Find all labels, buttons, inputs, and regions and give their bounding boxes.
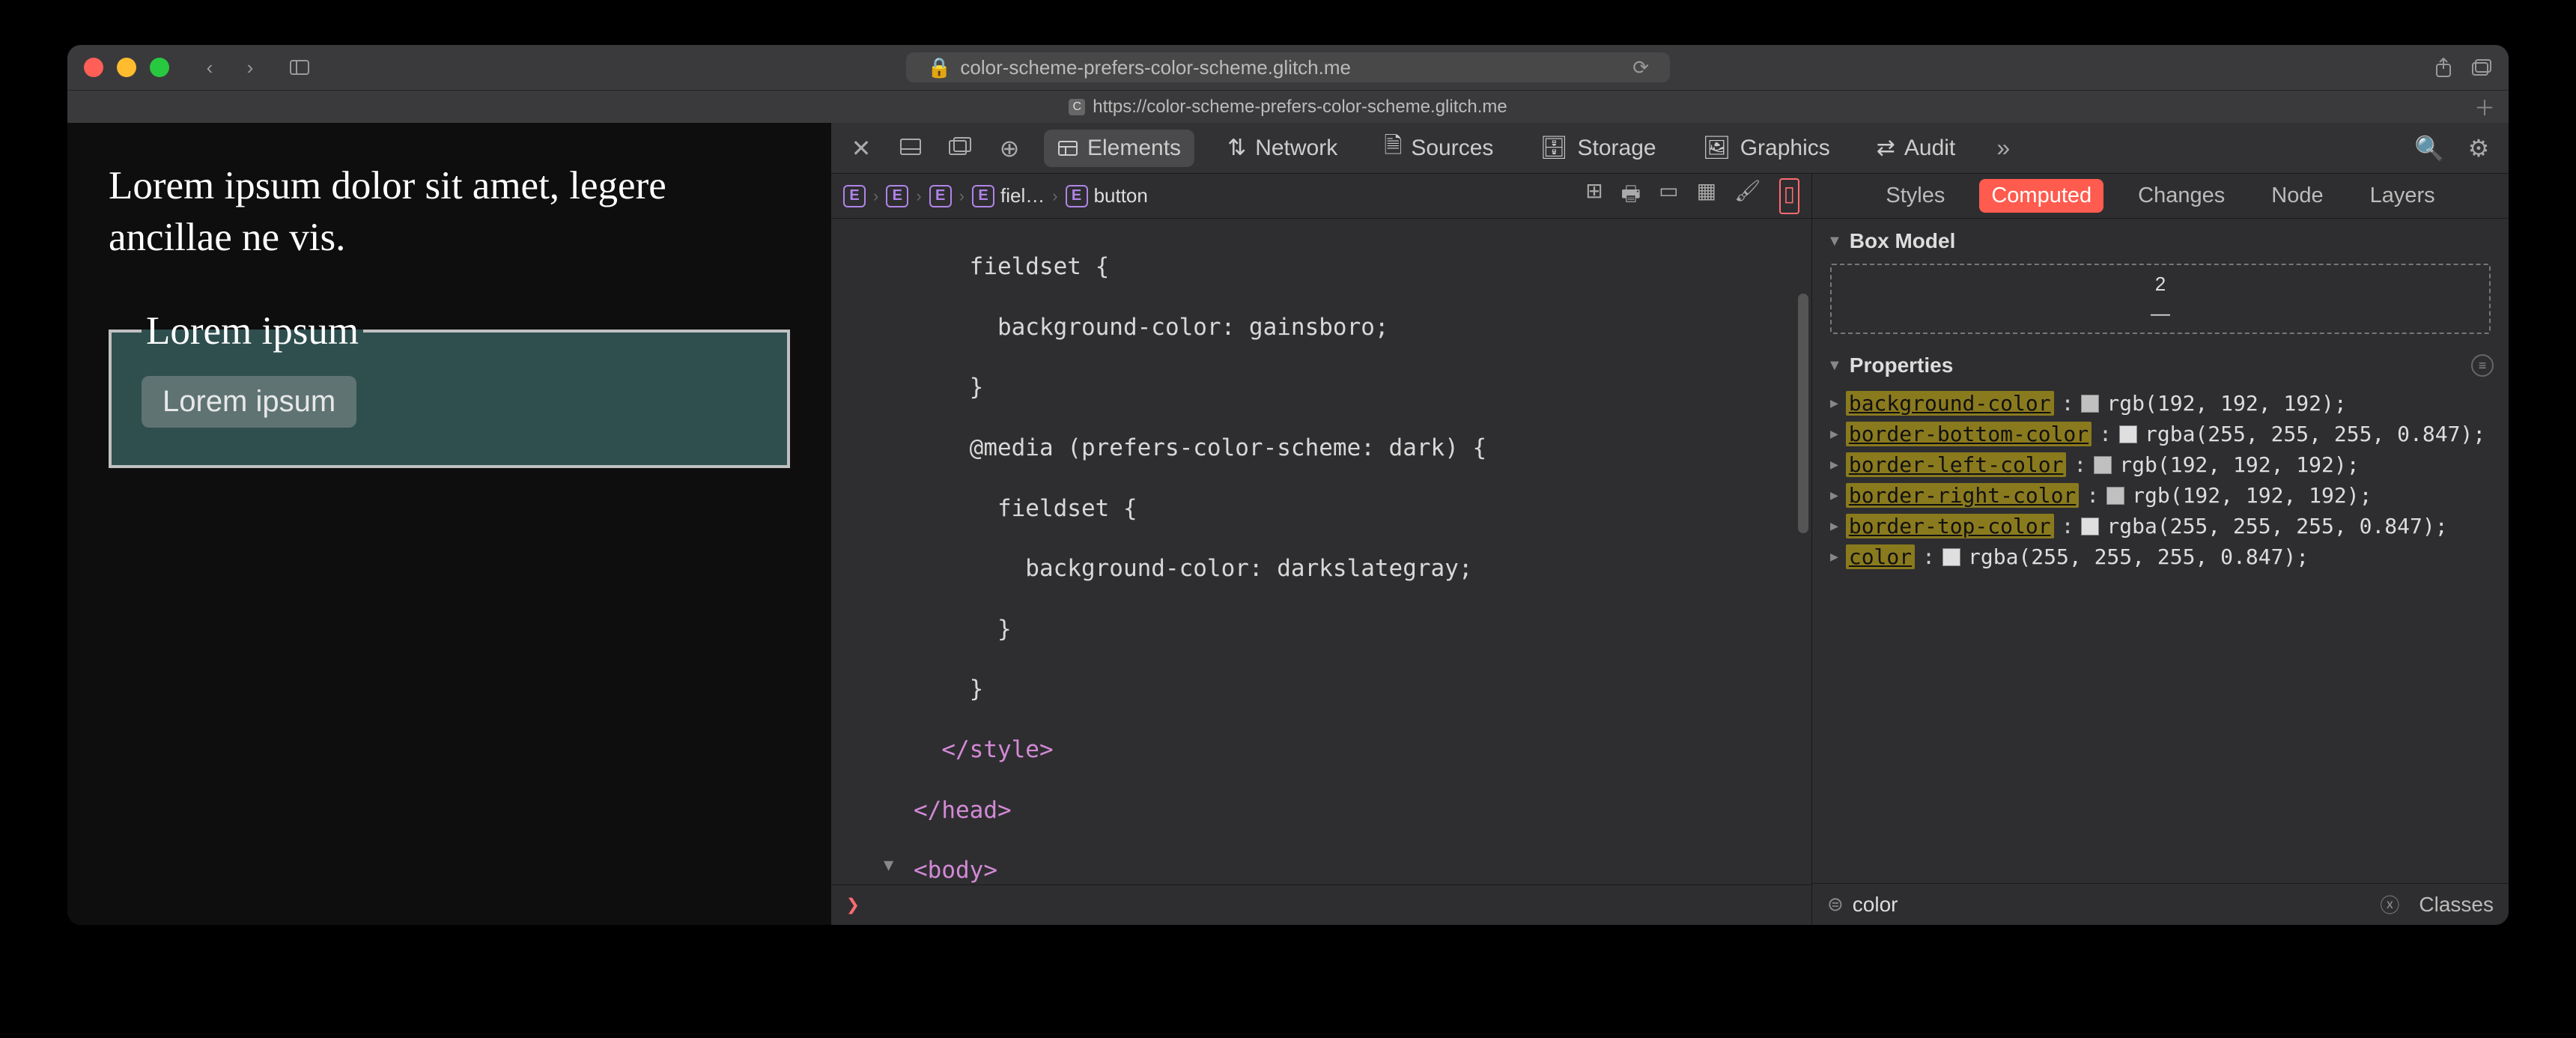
dock-side-icon[interactable] (945, 134, 975, 162)
tab-layers[interactable]: Layers (2358, 179, 2447, 213)
audit-icon: ⇄ (1877, 135, 1895, 161)
dock-bottom-icon[interactable] (896, 134, 926, 162)
layout-icon[interactable]: ▯ (1779, 178, 1799, 214)
browser-window: ‹ › 🔒 color-scheme-prefers-color-scheme.… (67, 45, 2509, 925)
tab-sources[interactable]: 🗎 Sources (1370, 123, 1507, 173)
more-tabs-icon[interactable]: » (1988, 134, 2018, 162)
tab-styles[interactable]: Styles (1874, 179, 1957, 213)
storage-icon: 🗄 (1540, 135, 1568, 161)
elements-pane: E › E › E › Efiel… › Ebutton ⊞ 🖶 ▭ (831, 174, 1812, 925)
page-form: Lorem ipsum Lorem ipsum (109, 309, 790, 468)
network-icon: ⇅ (1227, 135, 1246, 161)
dom-tree[interactable]: fieldset { background-color: gainsboro; … (831, 219, 1811, 884)
elements-icon (1057, 140, 1078, 157)
tab-graphics[interactable]: 🖼 Graphics (1689, 129, 1844, 167)
prop-row[interactable]: ▶border-top-color: rgba(255, 255, 255, 0… (1830, 511, 2491, 541)
filter-input[interactable] (1853, 893, 2372, 917)
traffic-lights (84, 58, 169, 77)
page-legend: Lorem ipsum (142, 309, 363, 353)
styles-tabs: Styles Computed Changes Node Layers (1812, 174, 2509, 219)
search-icon[interactable]: 🔍 (2414, 134, 2444, 163)
tab-elements[interactable]: Elements (1044, 130, 1194, 167)
styles-pane: Styles Computed Changes Node Layers ▼ Bo… (1812, 174, 2509, 925)
bc-item-3[interactable]: Efiel… (972, 184, 1045, 207)
filter-icon: ⊜ (1827, 893, 1844, 916)
disclosure-triangle-icon: ▼ (1827, 357, 1842, 374)
nav-arrows: ‹ › (192, 54, 268, 81)
tabs-overview-icon[interactable] (2471, 57, 2492, 78)
tab-bar: C https://color-scheme-prefers-color-sch… (67, 90, 2509, 123)
dom-breadcrumb: E › E › E › Efiel… › Ebutton ⊞ 🖶 ▭ (831, 174, 1811, 219)
prop-row[interactable]: ▶background-color: rgb(192, 192, 192); (1830, 388, 2491, 419)
paint-icon[interactable]: 🖌 (1734, 178, 1761, 214)
properties-header[interactable]: ▼ Properties ≡ (1812, 343, 2509, 388)
address-bar[interactable]: 🔒 color-scheme-prefers-color-scheme.glit… (906, 52, 1670, 82)
sources-icon: 🗎 (1384, 129, 1402, 167)
page-fieldset: Lorem ipsum Lorem ipsum (109, 309, 790, 468)
graphics-icon: 🖼 (1703, 135, 1731, 161)
sidebar-toggle[interactable] (282, 54, 318, 81)
boxmodel-header[interactable]: ▼ Box Model (1812, 219, 2509, 264)
computed-properties: ▶background-color: rgb(192, 192, 192); ▶… (1812, 388, 2509, 572)
prop-row[interactable]: ▶border-left-color: rgb(192, 192, 192); (1830, 449, 2491, 480)
minimize-window[interactable] (117, 58, 136, 77)
print-icon[interactable]: 🖶 (1621, 178, 1641, 214)
url-text: color-scheme-prefers-color-scheme.glitch… (960, 56, 1351, 79)
device-icon[interactable]: ▭ (1659, 178, 1678, 214)
titlebar: ‹ › 🔒 color-scheme-prefers-color-scheme.… (67, 45, 2509, 90)
devtools-tabs: ✕ ⊕ Elements ⇅ Network 🗎 Sources 🗄 (831, 123, 2509, 174)
favicon: C (1069, 99, 1085, 115)
reload-icon[interactable]: ⟳ (1632, 56, 1649, 79)
disclosure-triangle-icon: ▼ (1827, 233, 1842, 250)
bc-item-1[interactable]: E (886, 185, 908, 207)
settings-icon[interactable]: ⚙ (2464, 134, 2494, 163)
ruler-icon[interactable]: ⊞ (1585, 178, 1603, 214)
maximize-window[interactable] (150, 58, 169, 77)
lock-icon: 🔒 (927, 56, 951, 79)
devtools: ✕ ⊕ Elements ⇅ Network 🗎 Sources 🗄 (831, 123, 2509, 925)
new-tab-button[interactable]: ＋ (2474, 92, 2495, 122)
bc-item-4[interactable]: Ebutton (1066, 184, 1148, 207)
filter-row: ⊜ ⓧ Classes (1812, 883, 2509, 925)
share-icon[interactable] (2434, 57, 2453, 78)
clear-filter-icon[interactable]: ⓧ (2380, 890, 2399, 918)
grid-icon[interactable]: ▦ (1697, 178, 1716, 214)
classes-button[interactable]: Classes (2419, 893, 2494, 917)
close-devtools-icon[interactable]: ✕ (846, 134, 876, 163)
tab-node[interactable]: Node (2259, 179, 2335, 213)
back-button[interactable]: ‹ (192, 54, 228, 81)
tab-title[interactable]: https://color-scheme-prefers-color-schem… (1093, 97, 1507, 118)
page-button[interactable]: Lorem ipsum (142, 376, 356, 428)
tab-network[interactable]: ⇅ Network (1214, 129, 1351, 167)
scrollbar[interactable] (1798, 294, 1808, 533)
close-window[interactable] (84, 58, 103, 77)
tab-changes[interactable]: Changes (2126, 179, 2237, 213)
bc-item-2[interactable]: E (929, 185, 952, 207)
bc-item-0[interactable]: E (843, 185, 866, 207)
tab-storage[interactable]: 🗄 Storage (1526, 129, 1669, 167)
tab-computed[interactable]: Computed (1979, 179, 2103, 213)
forward-button[interactable]: › (232, 54, 268, 81)
inspect-icon[interactable]: ⊕ (994, 134, 1024, 163)
prop-row[interactable]: ▶color: rgba(255, 255, 255, 0.847); (1830, 541, 2491, 572)
tab-audit[interactable]: ⇄ Audit (1863, 129, 1969, 167)
box-model-diagram: 2 — (1830, 264, 2491, 334)
prop-row[interactable]: ▶border-bottom-color: rgba(255, 255, 255… (1830, 419, 2491, 449)
prop-row[interactable]: ▶border-right-color: rgb(192, 192, 192); (1830, 480, 2491, 511)
page-paragraph: Lorem ipsum dolor sit amet, legere ancil… (109, 160, 790, 264)
filter-toggle-icon[interactable]: ≡ (2471, 354, 2494, 377)
console-prompt[interactable]: ❯ (831, 884, 1811, 925)
rendered-page: Lorem ipsum dolor sit amet, legere ancil… (67, 123, 831, 925)
